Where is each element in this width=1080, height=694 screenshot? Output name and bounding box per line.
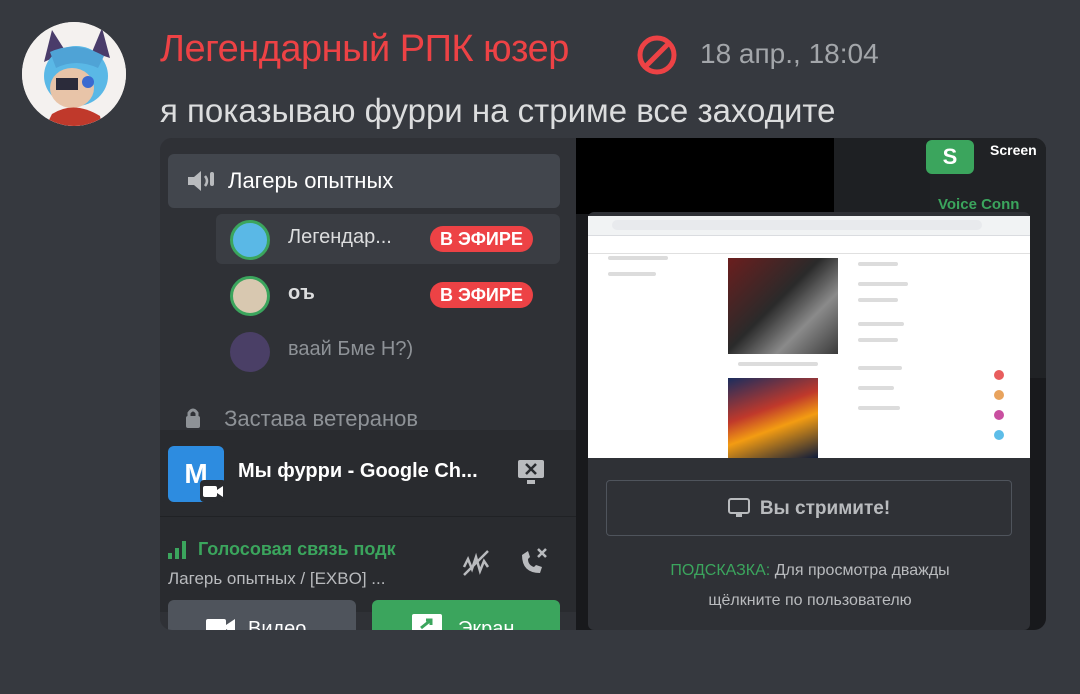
voice-member: Легендар... В ЭФИРЕ (216, 214, 560, 264)
voice-connection-panel: Голосовая связь подк Лагерь опытных / [E… (160, 516, 576, 612)
avatar (230, 220, 270, 260)
voice-location: Лагерь опытных / [EXBO] ... (168, 569, 386, 588)
speaker-icon (188, 171, 214, 191)
avatar (230, 332, 270, 372)
message-text: я показываю фурри на стриме все заходите (160, 92, 836, 129)
disconnect-icon (522, 548, 547, 573)
voice-member: оъ В ЭФИРЕ (216, 270, 560, 320)
image-attachment[interactable]: Лагерь опытных Легендар... В ЭФИРЕ оъ В … (160, 138, 1046, 630)
furry-image (728, 258, 838, 354)
voice-channel-header: Лагерь опытных (168, 154, 560, 208)
username[interactable]: Легендарный РПК юзер (160, 28, 569, 71)
hint-line-1: Для просмотра дважды (774, 562, 950, 579)
browser-tabbar (588, 216, 1030, 236)
video-label: Видео (248, 618, 307, 630)
stop-stream-icon (518, 460, 544, 484)
browser-window (588, 216, 1030, 458)
video-button: Видео (168, 600, 356, 630)
screen-share-icon (412, 614, 442, 630)
voice-status: Голосовая связь подк (198, 539, 396, 559)
blocked-icon (637, 35, 677, 75)
channel-category: Застава ветеранов (184, 406, 418, 432)
screen-share-tile: S (926, 140, 974, 174)
user-avatar[interactable] (22, 22, 126, 126)
member-name: оъ (288, 282, 315, 304)
hint-line-2: щёлкните по пользователю (708, 592, 912, 609)
screen-label: Экран (458, 618, 515, 630)
live-badge: В ЭФИРЕ (430, 226, 533, 252)
live-badge: В ЭФИРЕ (430, 282, 533, 308)
voice-member: ваай Бме Н?) (216, 326, 560, 376)
stream-bar: М Мы фурри - Google Ch... (160, 430, 576, 516)
screen-button: Экран (372, 600, 560, 630)
furry-image (728, 378, 818, 458)
discord-sidebar-screenshot: Лагерь опытных Легендар... В ЭФИРЕ оъ В … (160, 138, 576, 630)
noise-suppression-icon (462, 550, 490, 576)
site-header (588, 238, 1030, 254)
stream-title: Мы фурри - Google Ch... (238, 460, 478, 482)
member-name: Легендар... (288, 226, 392, 248)
avatar (230, 276, 270, 316)
streaming-status: Вы стримите! (606, 480, 1012, 536)
signal-icon (168, 541, 186, 559)
stream-area (576, 138, 834, 214)
stream-preview-screenshot: S Screen Voice Conn Вы стримите! ПОДСКАЗ… (576, 138, 1046, 630)
message-timestamp: 18 апр., 18:04 (700, 38, 879, 69)
category-name: Застава ветеранов (224, 406, 419, 431)
member-name: ваай Бме Н?) (288, 338, 414, 360)
camera-icon (200, 480, 226, 502)
voice-connected-label: Voice Conn (938, 196, 1020, 213)
hint-prefix: ПОДСКАЗКА: (670, 562, 771, 579)
hint-text: ПОДСКАЗКА: Для просмотра дважды щёлкните… (600, 556, 1020, 616)
screen-share-icon (727, 498, 750, 517)
camera-icon (206, 619, 235, 630)
voice-channel-name: Лагерь опытных (228, 168, 394, 193)
streaming-label: Вы стримите! (759, 498, 891, 519)
screen-share-label: Screen (990, 142, 1037, 158)
lock-icon (186, 408, 200, 428)
chat-message: Легендарный РПК юзер 18 апр., 18:04 я по… (0, 0, 1080, 694)
